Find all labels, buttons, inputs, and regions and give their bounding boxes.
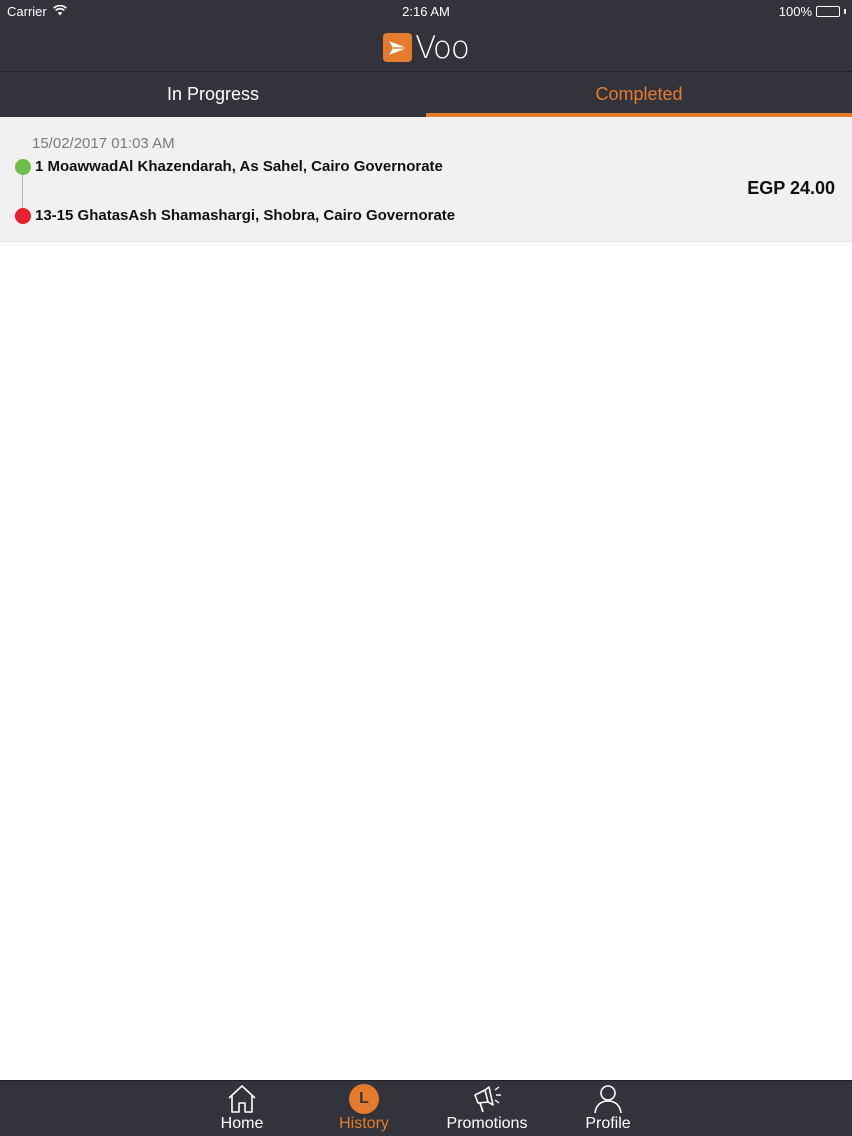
logo-arrow-icon (383, 33, 413, 62)
pickup-address: 1 MoawwadAl Khazendarah, As Sahel, Cairo… (35, 158, 443, 175)
tab-bar-history[interactable]: L History (329, 1081, 399, 1136)
app-logo: Voo (383, 29, 470, 66)
nav-bar: Voo (0, 24, 852, 71)
tab-bar-home-label: Home (220, 1115, 264, 1132)
battery-icon (816, 6, 840, 17)
tab-bar-profile[interactable]: Profile (573, 1081, 643, 1136)
battery-tip (844, 9, 846, 14)
history-badge: L (349, 1084, 379, 1114)
home-icon (226, 1083, 258, 1115)
clock: 2:16 AM (402, 4, 450, 19)
dropoff-pin-icon (15, 208, 31, 224)
dropoff-address: 13-15 GhatasAsh Shamashargi, Shobra, Cai… (35, 207, 456, 224)
bottom-tab-bar: Home L History Promotions Profile (0, 1080, 852, 1136)
status-bar: Carrier 2:16 AM 100% (0, 0, 852, 24)
tab-in-progress[interactable]: In Progress (0, 72, 426, 117)
tab-bar-promotions-label: Promotions (446, 1115, 528, 1132)
tab-bar-promotions[interactable]: Promotions (437, 1081, 537, 1136)
ride-fare: EGP 24.00 (747, 178, 835, 198)
history-segment-tabs: In Progress Completed (0, 71, 852, 117)
battery-indicator: 100% (779, 4, 846, 19)
megaphone-icon (471, 1083, 503, 1115)
ride-history-item[interactable]: 15/02/2017 01:03 AM 1 MoawwadAl Khazenda… (0, 117, 852, 242)
ride-date: 15/02/2017 01:03 AM (32, 135, 175, 152)
history-icon: L (348, 1083, 380, 1115)
logo-text: Voo (415, 29, 470, 66)
person-icon (592, 1083, 624, 1115)
route-connector-line (22, 173, 23, 210)
tab-bar-profile-label: Profile (585, 1115, 631, 1132)
tab-completed[interactable]: Completed (426, 72, 852, 117)
tab-bar-home[interactable]: Home (207, 1081, 277, 1136)
battery-percent: 100% (778, 4, 812, 19)
pickup-pin-icon (15, 159, 31, 175)
tab-bar-history-label: History (339, 1115, 389, 1132)
